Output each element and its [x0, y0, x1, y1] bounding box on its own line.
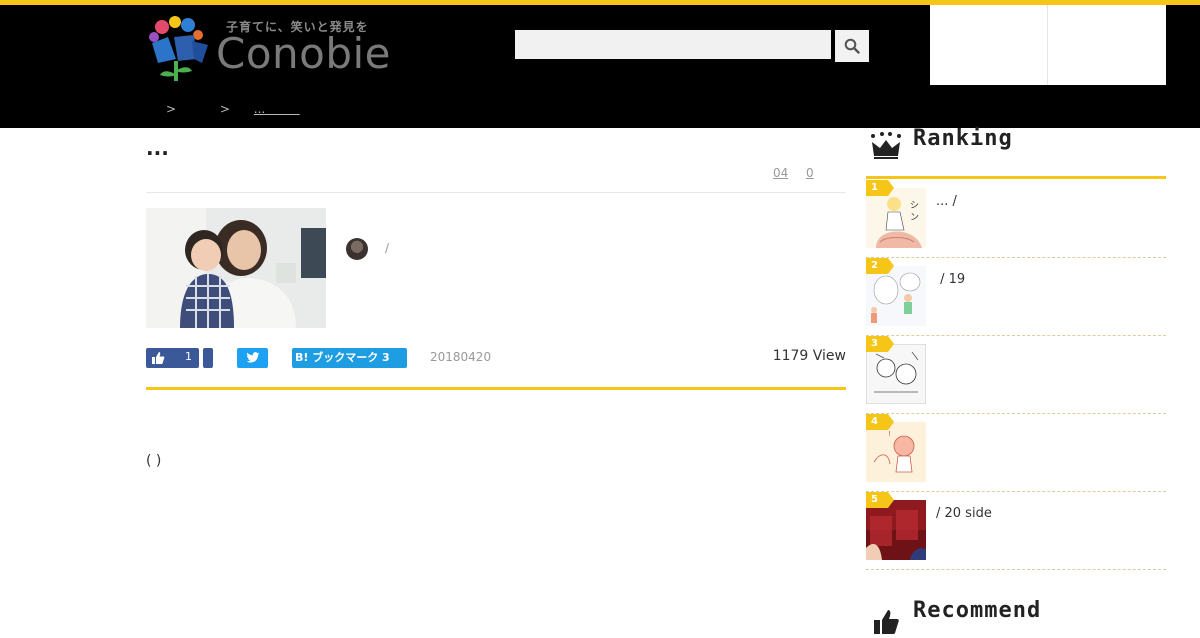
facebook-like-button[interactable]: 1	[146, 348, 199, 368]
svg-text:!: !	[888, 430, 891, 438]
ranking-thumbnail	[866, 344, 926, 404]
ranking-thumbnail: シ ン	[866, 188, 926, 248]
breadcrumb-separator: >	[219, 102, 230, 116]
rank-badge: 5	[866, 492, 894, 508]
ranking-title-text: / 20 side	[936, 506, 992, 521]
recommend-heading: Recommend	[870, 598, 1170, 638]
header-nav-panel-2[interactable]	[1048, 5, 1166, 85]
title-divider	[146, 192, 846, 193]
site-logo[interactable]: 子育てに、笑いと発見を Conobie	[148, 15, 408, 85]
svg-text:ン: ン	[910, 213, 919, 223]
breadcrumb: > > ...	[146, 102, 300, 116]
logo-wordmark: Conobie	[216, 29, 392, 78]
author-separator: /	[385, 241, 390, 255]
crown-icon	[871, 132, 901, 159]
meta-count-link[interactable]: 0	[806, 166, 814, 180]
search-input[interactable]	[515, 30, 831, 59]
facebook-share-button[interactable]	[203, 348, 213, 368]
article-body-text: ( )	[146, 453, 162, 469]
author-avatar[interactable]	[346, 238, 368, 260]
site-header: 子育てに、笑いと発見を Conobie > > ...	[0, 5, 1200, 128]
hatena-bookmark-button[interactable]: B! ブックマーク 3	[292, 348, 407, 368]
search-button[interactable]	[835, 30, 869, 62]
rank-badge: 4	[866, 414, 894, 430]
article-thumbnail[interactable]	[146, 208, 326, 328]
article-title: ...	[146, 136, 169, 160]
ranking-heading: Ranking	[870, 124, 1170, 164]
rank-badge: 3	[866, 336, 894, 352]
breadcrumb-separator: >	[166, 102, 177, 116]
search-icon	[844, 38, 860, 54]
ranking-thumbnail: !	[866, 422, 926, 482]
rank-badge: 2	[866, 258, 894, 274]
rank-badge: 1	[866, 180, 894, 196]
svg-text:シ: シ	[910, 201, 919, 211]
twitter-share-button[interactable]	[237, 348, 268, 368]
twitter-bird-icon	[246, 352, 259, 363]
breadcrumb-current-link[interactable]: ...	[254, 102, 300, 116]
ranking-thumbnail	[866, 266, 926, 326]
article-header-rule	[146, 387, 846, 390]
flower-logo-icon	[149, 16, 208, 81]
view-count: 1179 View	[772, 348, 846, 364]
share-row: 1 B! ブックマーク 3 20180420 1179 View	[146, 348, 846, 370]
thumbs-up-icon	[152, 352, 165, 364]
header-nav-panel-1[interactable]	[930, 5, 1048, 85]
ranking-rule	[866, 176, 1166, 179]
ranking-item[interactable]: シ ン 1 ... /	[866, 180, 1166, 258]
like-count: 1	[170, 350, 198, 366]
ranking-title-text: ... /	[936, 194, 957, 209]
article-meta-links: 04 0	[773, 166, 814, 180]
ranking-item[interactable]: 5 / 20 side	[866, 492, 1166, 570]
publish-date: 20180420	[430, 350, 492, 364]
ranking-thumbnail	[866, 500, 926, 560]
ranking-item[interactable]: 2 / 19	[866, 258, 1166, 336]
meta-date-link[interactable]: 04	[773, 166, 788, 180]
thumbs-up-icon	[874, 610, 899, 634]
ranking-item[interactable]: ! 4	[866, 414, 1166, 492]
ranking-title: Ranking	[913, 126, 1013, 151]
recommend-title: Recommend	[913, 598, 1042, 623]
ranking-title-text: / 19	[936, 272, 966, 287]
ranking-item[interactable]: 3	[866, 336, 1166, 414]
